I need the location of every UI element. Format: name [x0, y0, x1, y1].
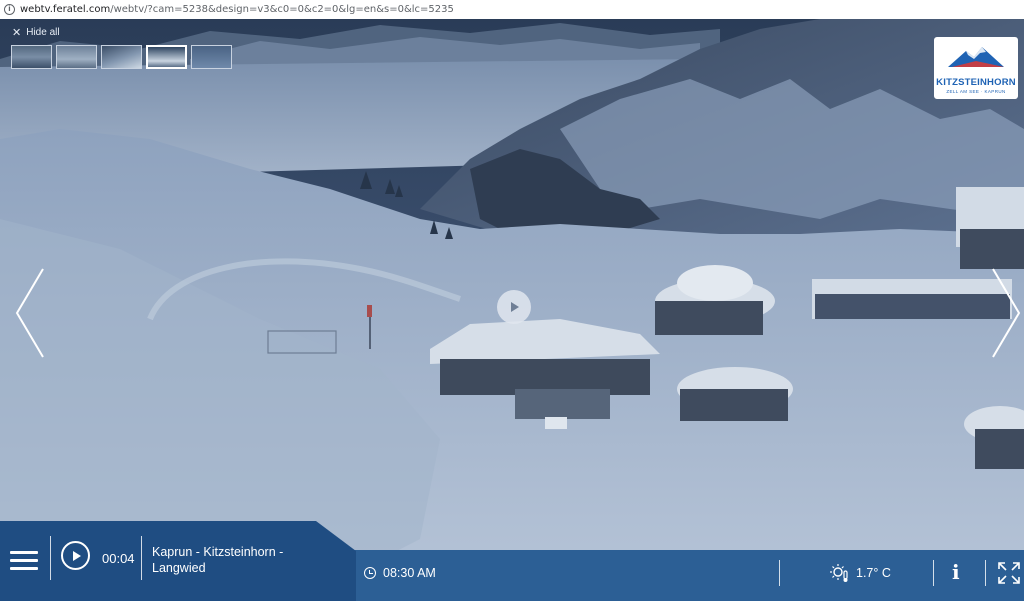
- logo-subtitle: ZELL AM SEE · KAPRUN: [946, 89, 1006, 94]
- hamburger-menu-icon[interactable]: [10, 551, 38, 571]
- url-path: /webtv/?cam=5238&design=v3&c0=0&c2=0&lg=…: [110, 4, 454, 15]
- info-icon[interactable]: i: [952, 560, 960, 584]
- kitzsteinhorn-logo: KITZSTEINHORN ZELL AM SEE · KAPRUN: [934, 37, 1018, 99]
- camera-thumbnail[interactable]: [191, 45, 232, 69]
- mountain-logo-icon: [948, 47, 1004, 67]
- camera-thumbnail[interactable]: [56, 45, 97, 69]
- center-play-button[interactable]: [497, 290, 531, 324]
- camera-thumbnails: [11, 45, 232, 69]
- control-panel: [0, 521, 356, 601]
- close-icon: ✕: [12, 26, 22, 39]
- play-icon: [511, 302, 519, 312]
- fullscreen-icon[interactable]: [998, 562, 1020, 584]
- hide-all-label: Hide all: [26, 27, 60, 38]
- url-host: webtv.feratel.com: [20, 4, 111, 15]
- previous-arrow-icon[interactable]: [14, 267, 46, 359]
- site-info-icon[interactable]: i: [4, 4, 15, 15]
- camera-thumbnail-active[interactable]: [146, 45, 187, 69]
- play-icon: [72, 550, 81, 561]
- play-button[interactable]: [61, 541, 90, 570]
- webcam-stage[interactable]: ✕ Hide all KITZSTEINHORN ZELL AM SEE · K…: [0, 19, 1024, 601]
- logo-name: KITZSTEINHORN: [936, 77, 1016, 88]
- browser-url-bar[interactable]: i webtv.feratel.com/webtv/?cam=5238&desi…: [0, 0, 1024, 20]
- camera-thumbnail[interactable]: [11, 45, 52, 69]
- info-bar: [310, 550, 1024, 601]
- hide-all-button[interactable]: ✕ Hide all: [12, 27, 60, 38]
- small-hut: [677, 367, 793, 421]
- next-arrow-icon[interactable]: [990, 267, 1022, 359]
- camera-thumbnail[interactable]: [101, 45, 142, 69]
